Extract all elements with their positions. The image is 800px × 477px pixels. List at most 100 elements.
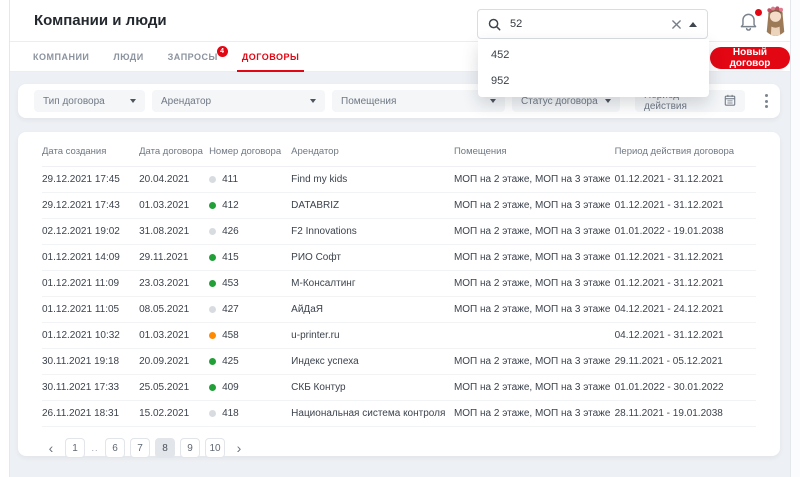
cell-tenant: F2 Innovations [291,219,454,245]
cell-number: 458 [209,323,291,349]
cell-created: 01.12.2021 11:05 [42,297,139,323]
table-row[interactable]: 02.12.2021 19:0231.08.2021426F2 Innovati… [42,219,756,245]
table-row[interactable]: 30.11.2021 19:1820.09.2021425Индекс успе… [42,349,756,375]
status-dot [209,358,216,365]
user-avatar[interactable] [761,4,790,38]
cell-contract-date: 25.05.2021 [139,375,209,401]
collapse-suggestions-icon[interactable] [689,22,697,27]
cell-premises: МОП на 2 этаже, МОП на 3 этаже [454,271,615,297]
cell-tenant: РИО Софт [291,245,454,271]
calendar-icon [724,94,736,109]
table-header-row: Дата создания Дата договора Номер догово… [42,136,756,167]
requests-count-badge: 4 [217,46,228,57]
cell-tenant: АйДаЯ [291,297,454,323]
page-button-7[interactable]: 7 [130,438,150,458]
cell-created: 29.12.2021 17:45 [42,167,139,193]
status-dot [209,202,216,209]
tab-people[interactable]: ЛЮДИ [113,42,143,71]
tab-companies[interactable]: КОМПАНИИ [33,42,89,71]
page-title: Компании и люди [34,12,167,29]
table-row[interactable]: 30.11.2021 17:3325.05.2021409СКБ КонтурМ… [42,375,756,401]
cell-created: 02.12.2021 19:02 [42,219,139,245]
cell-period: 29.11.2021 - 05.12.2021 [615,349,756,375]
search-input[interactable] [508,17,664,31]
cell-contract-date: 01.03.2021 [139,323,209,349]
cell-period: 01.01.2022 - 19.01.2038 [615,219,756,245]
chevron-down-icon [605,99,611,103]
cell-created: 01.12.2021 10:32 [42,323,139,349]
cell-period: 04.12.2021 - 24.12.2021 [615,297,756,323]
cell-tenant: DATABRIZ [291,193,454,219]
status-dot [209,332,216,339]
more-options-icon[interactable] [762,91,771,111]
cell-number: 426 [209,219,291,245]
cell-number: 418 [209,401,291,427]
cell-period: 01.12.2021 - 31.12.2021 [615,193,756,219]
table-row[interactable]: 01.12.2021 14:0929.11.2021415РИО СофтМОП… [42,245,756,271]
cell-contract-date: 20.04.2021 [139,167,209,193]
page-button-6[interactable]: 6 [105,438,125,458]
cell-created: 29.12.2021 17:43 [42,193,139,219]
main-area: Компании и люди КОМПАНИИ ЛЮДИ ЗАПРОСЫ 4 … [10,0,790,477]
global-search: 452 952 [477,9,708,39]
cell-period: 01.01.2022 - 30.01.2022 [615,375,756,401]
cell-premises: МОП на 2 этаже, МОП на 3 этаже [454,349,615,375]
cell-contract-date: 20.09.2021 [139,349,209,375]
status-dot [209,254,216,261]
status-dot [209,176,216,183]
cell-number: 415 [209,245,291,271]
col-period: Период действия договора [615,136,756,167]
table-row[interactable]: 29.12.2021 17:4301.03.2021412DATABRIZМОП… [42,193,756,219]
filter-contract-type[interactable]: Тип договора [34,90,145,112]
cell-tenant: М-Консалтинг [291,271,454,297]
table-row[interactable]: 01.12.2021 11:0923.03.2021453М-Консалтин… [42,271,756,297]
page-button-8-active[interactable]: 8 [155,438,175,458]
status-dot [209,228,216,235]
pagination: ‹ 1 .. 6 7 8 9 10 › [42,438,756,458]
suggestion-item[interactable]: 452 [478,42,709,68]
cell-number: 427 [209,297,291,323]
cell-premises [454,323,615,349]
cell-premises: МОП на 2 этаже, МОП на 3 этаже [454,193,615,219]
cell-created: 30.11.2021 19:18 [42,349,139,375]
status-dot [209,280,216,287]
cell-number: 453 [209,271,291,297]
chevron-down-icon [310,99,316,103]
table-row[interactable]: 26.11.2021 18:3115.02.2021418Национальна… [42,401,756,427]
cell-premises: МОП на 2 этаже, МОП на 3 этаже [454,167,615,193]
cell-contract-date: 23.03.2021 [139,271,209,297]
prev-page-icon[interactable]: ‹ [42,438,60,458]
table-row[interactable]: 01.12.2021 11:0508.05.2021427АйДаЯМОП на… [42,297,756,323]
cell-contract-date: 29.11.2021 [139,245,209,271]
cell-tenant: Индекс успеха [291,349,454,375]
cell-contract-date: 01.03.2021 [139,193,209,219]
next-page-icon[interactable]: › [230,438,248,458]
search-box[interactable] [477,9,708,39]
cell-premises: МОП на 2 этаже, МОП на 3 этаже [454,245,615,271]
cell-contract-date: 08.05.2021 [139,297,209,323]
suggestion-item[interactable]: 952 [478,68,709,94]
col-contract-date: Дата договора [139,136,209,167]
cell-period: 01.12.2021 - 31.12.2021 [615,167,756,193]
table-row[interactable]: 29.12.2021 17:4520.04.2021411Find my kid… [42,167,756,193]
cell-number: 425 [209,349,291,375]
cell-premises: МОП на 2 этаже, МОП на 3 этаже [454,297,615,323]
cell-period: 04.12.2021 - 31.12.2021 [615,323,756,349]
col-created: Дата создания [42,136,139,167]
chevron-down-icon [130,99,136,103]
cell-tenant: Национальная система контроля [291,401,454,427]
page-button-10[interactable]: 10 [205,438,225,458]
tab-requests[interactable]: ЗАПРОСЫ 4 [168,42,218,71]
notifications-bell-icon[interactable] [739,11,759,32]
tab-contracts[interactable]: ДОГОВОРЫ [242,42,300,71]
cell-created: 01.12.2021 14:09 [42,245,139,271]
table-row[interactable]: 01.12.2021 10:3201.03.2021458u-printer.r… [42,323,756,349]
page-button-9[interactable]: 9 [180,438,200,458]
col-number: Номер договора [209,136,291,167]
new-contract-button[interactable]: Новый договор [710,47,790,69]
cell-number: 412 [209,193,291,219]
filter-tenant[interactable]: Арендатор [152,90,325,112]
status-dot [209,384,216,391]
page-button-1[interactable]: 1 [65,438,85,458]
clear-search-icon[interactable] [671,19,682,30]
